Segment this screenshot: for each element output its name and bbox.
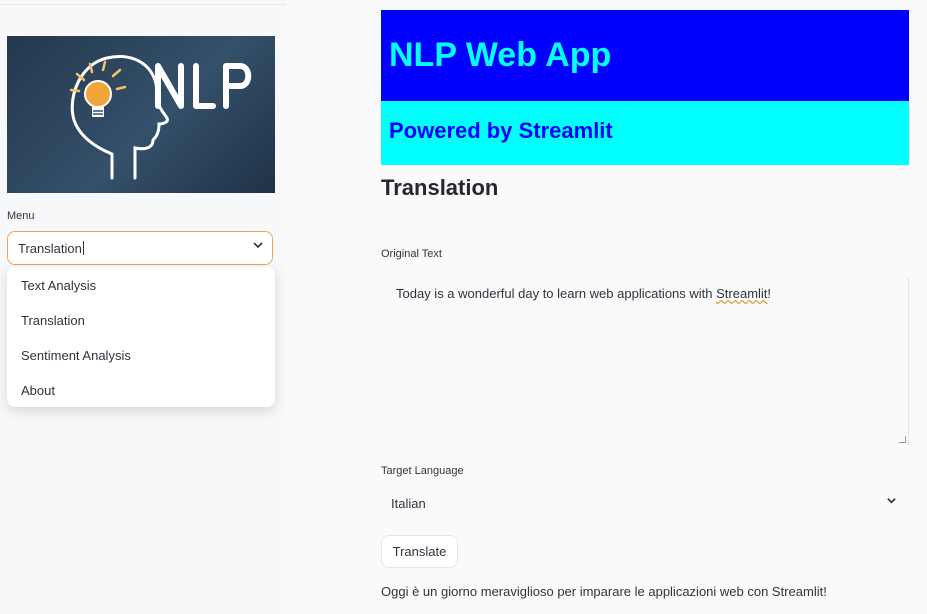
translation-result: Oggi è un giorno meraviglioso per impara… (381, 584, 827, 599)
translate-button[interactable]: Translate (381, 535, 458, 568)
app-subtitle: Powered by Streamlit (389, 118, 613, 143)
title-banner: NLP Web App (381, 10, 909, 101)
chevron-down-icon[interactable] (886, 495, 897, 509)
original-text-area[interactable]: Today is a wonderful day to learn web ap… (381, 279, 909, 445)
spellcheck-word: Streamlit (716, 286, 768, 301)
app-title: NLP Web App (389, 36, 612, 74)
target-language-select[interactable]: Italian (381, 489, 909, 517)
original-text-value: Today is a wonderful day to learn web ap… (396, 286, 772, 301)
resize-handle-icon[interactable] (899, 436, 906, 443)
subtitle-banner: Powered by Streamlit (381, 101, 909, 165)
target-language-label: Target Language (381, 465, 464, 477)
section-title: Translation (381, 175, 499, 200)
target-language-value: Italian (391, 496, 426, 511)
main-content: NLP Web App Powered by Streamlit Transla… (0, 0, 927, 614)
original-text-label: Original Text (381, 248, 442, 260)
